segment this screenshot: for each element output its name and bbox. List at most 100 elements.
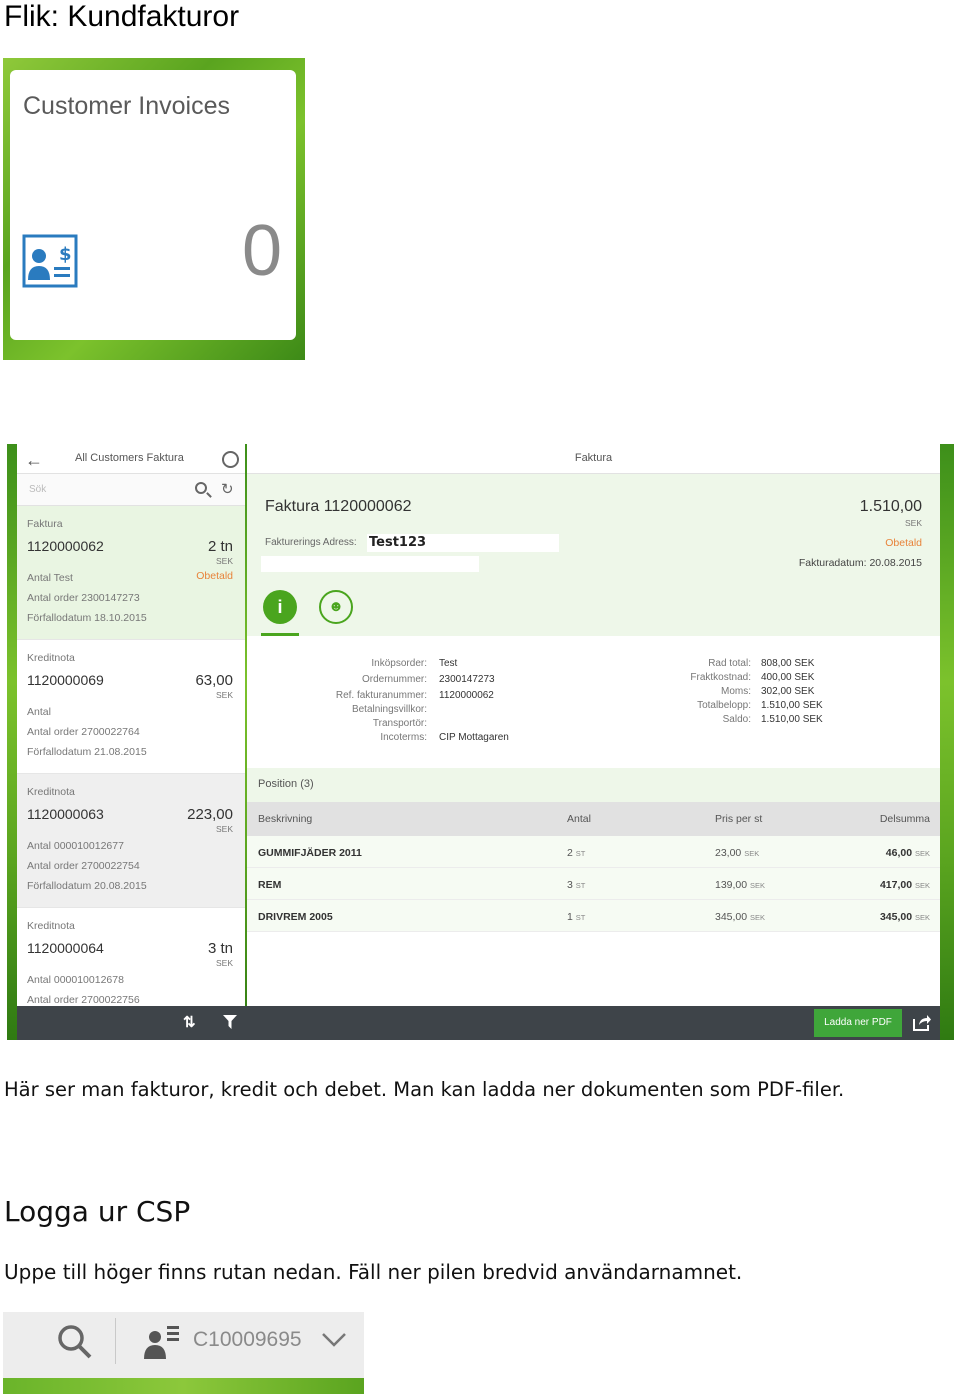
summary-label: Saldo: [722,714,751,725]
list-title: All Customers Faktura [75,452,184,464]
detail-label: Inköpsorder: [371,658,427,669]
cell-sum: 46,00 SEK [885,847,930,859]
detail-value: Test [439,658,458,669]
detail-label: Transportör: [372,718,427,729]
green-strip [3,1378,364,1394]
svg-text:$: $ [59,244,72,265]
summary-value: 302,00 SEK [761,686,815,697]
share-icon[interactable] [913,1014,931,1031]
invoice-details: Inköpsorder: Test Ordernummer: 230014727… [247,636,940,768]
chevron-down-icon[interactable] [321,1332,347,1348]
cell-qty: 2 ST [567,847,586,859]
cell-desc: GUMMIFJÄDER 2011 [258,847,362,859]
item-amount: 63,00 [195,672,233,689]
item-currency: SEK [215,958,233,968]
footer-toolbar: ⇅ Ladda ner PDF [17,1006,940,1040]
list-item[interactable]: Kreditnota 1120000064 3 tn SEK Antal 000… [17,908,245,1006]
col-sum: Delsumma [879,813,930,825]
search-placeholder: Sök [29,484,47,495]
list-item[interactable]: Kreditnota 1120000069 63,00 SEK Antal An… [17,640,245,774]
contacts-tab-icon[interactable]: ☻ [319,590,353,624]
cell-desc: DRIVREM 2005 [258,911,333,923]
item-currency: SEK [215,690,233,700]
item-line3: Förfallodatum 18.10.2015 [27,612,147,624]
item-line1: Antal 000010012677 [27,840,124,852]
item-number: 1120000064 [27,940,104,956]
invoice-app-screenshot: ← All Customers Faktura Sök ↻ Faktura 11… [7,444,954,1040]
item-currency: SEK [215,556,233,566]
address-label: Fakturerings Adress: [265,537,357,548]
address-value: Test123 [367,534,559,552]
detail-value: 2300147273 [439,674,495,685]
invoice-currency: SEK [904,518,922,528]
invoice-status: Obetald [885,537,922,549]
table-row[interactable]: DRIVREM 2005 1 ST 345,00 SEK 345,00 SEK [247,900,940,932]
search-icon[interactable] [57,1324,93,1360]
item-amount: 2 tn [207,538,233,555]
section-heading-invoices: Flik: Kundfakturor [4,0,240,33]
table-header: Beskrivning Antal Pris per st Delsumma [247,802,940,836]
description-paragraph: Här ser man fakturor, kredit och debet. … [4,1078,845,1101]
search-icon[interactable] [195,482,207,494]
tile-count: 0 [241,211,282,291]
refresh-icon[interactable]: ↻ [221,480,234,498]
search-input[interactable]: Sök ↻ [17,474,245,506]
detail-title: Faktura [247,444,940,474]
item-type: Faktura [27,518,63,530]
detail-label: Incoterms: [380,732,427,743]
summary-label: Fraktkostnad: [690,672,751,683]
item-line3: Förfallodatum 20.08.2015 [27,880,147,892]
separator [115,1318,116,1364]
address-line2 [261,556,479,572]
info-tab-icon[interactable]: i [263,590,297,624]
summary-value: 808,00 SEK [761,658,815,669]
item-currency: SEK [215,824,233,834]
list-item[interactable]: Faktura 1120000062 2 tn SEK Obetald Anta… [17,506,245,640]
cell-desc: REM [258,879,282,891]
item-type: Kreditnota [27,920,75,932]
summary-label: Moms: [721,686,751,697]
item-type: Kreditnota [27,786,75,798]
item-type: Kreditnota [27,652,75,664]
invoice-header: Faktura 1120000062 1.510,00 SEK Obetald … [247,474,940,636]
invoice-total: 1.510,00 [859,498,922,515]
tile-screenshot: Customer Invoices $ 0 [3,58,305,360]
section-heading-logout: Logga ur CSP [4,1195,191,1228]
detail-label: Ref. fakturanummer: [335,690,427,701]
tile-title: Customer Invoices [23,92,231,120]
user-icon[interactable] [222,451,239,468]
summary-label: Rad total: [708,658,751,669]
detail-label: Ordernummer: [361,674,427,685]
item-amount: 223,00 [187,806,233,823]
item-line2: Antal order 2700022754 [27,860,140,872]
item-line2: Antal order 2700022756 [27,994,140,1006]
col-price: Pris per st [715,813,763,825]
item-line1: Antal Test [27,572,73,584]
detail-value: CIP Mottagaren [439,732,509,743]
invoice-dollar-icon: $ [22,234,78,288]
list-header: ← All Customers Faktura [17,444,245,474]
detail-label: Betalningsvillkor: [351,704,427,715]
col-desc: Beskrivning [258,813,313,825]
invoice-title: Faktura 1120000062 [265,498,412,515]
cell-price: 23,00 SEK [715,847,760,859]
cell-sum: 417,00 SEK [879,879,930,891]
list-item[interactable]: Kreditnota 1120000063 223,00 SEK Antal 0… [17,774,245,908]
table-row[interactable]: GUMMIFJÄDER 2011 2 ST 23,00 SEK 46,00 SE… [247,836,940,868]
table-row[interactable]: REM 3 ST 139,00 SEK 417,00 SEK [247,868,940,900]
item-line2: Antal order 2700022764 [27,726,140,738]
item-number: 1120000063 [27,806,104,822]
item-status: Obetald [196,570,233,582]
back-arrow-icon[interactable]: ← [25,450,43,471]
filter-icon[interactable] [223,1015,237,1029]
summary-value: 1.510,00 SEK [761,714,823,725]
user-menu-icon[interactable] [143,1324,181,1360]
cell-qty: 1 ST [567,911,586,923]
cell-sum: 345,00 SEK [879,911,930,923]
customer-invoices-tile[interactable]: Customer Invoices $ 0 [10,70,296,340]
positions-header: Position (3) [247,768,940,802]
user-bar-screenshot: C10009695 [3,1312,364,1394]
sort-icon[interactable]: ⇅ [183,1013,196,1031]
download-pdf-button[interactable]: Ladda ner PDF [814,1009,902,1037]
username[interactable]: C10009695 [193,1328,302,1352]
